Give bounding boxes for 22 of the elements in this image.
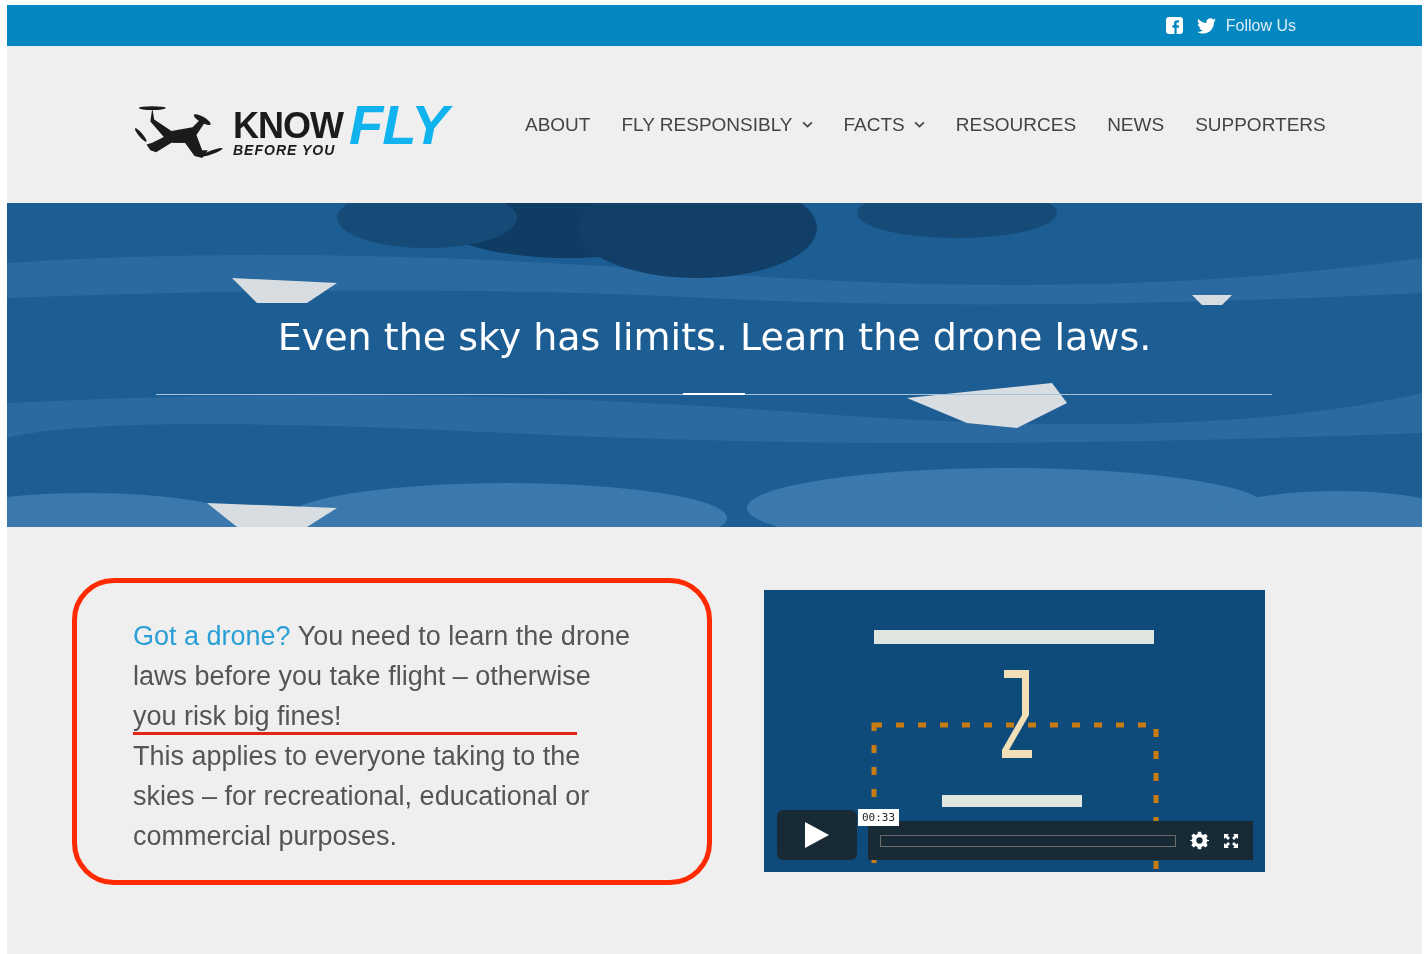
- hero-headline: Even the sky has limits. Learn the drone laws.: [276, 315, 1153, 359]
- fullscreen-icon[interactable]: [1223, 832, 1239, 849]
- settings-icon[interactable]: [1190, 831, 1209, 850]
- nav-link[interactable]: SUPPORTERS: [1195, 113, 1326, 136]
- logo-tagline: BEFORE YOU: [233, 141, 337, 158]
- progress-bar[interactable]: [880, 834, 1176, 847]
- video-player[interactable]: 00:33: [764, 590, 1265, 872]
- logo-wordmark[interactable]: KNOW: [233, 109, 343, 142]
- chevron-down-icon: [801, 121, 813, 128]
- play-icon: [805, 822, 829, 848]
- time-tooltip: 00:33: [858, 809, 900, 826]
- body-paragraph: This applies to everyone taking to the skies – for recreational, educational or commercial purposes.: [133, 740, 591, 853]
- chevron-down-icon: [913, 121, 925, 128]
- twitter-icon[interactable]: [1196, 17, 1216, 34]
- facebook-icon[interactable]: [1165, 17, 1183, 34]
- nav-link[interactable]: NEWS: [1107, 113, 1165, 136]
- nav-link[interactable]: FACTS: [843, 113, 925, 136]
- play-button[interactable]: [777, 810, 857, 860]
- nav-link[interactable]: ABOUT: [525, 113, 591, 136]
- nav-link[interactable]: FLY RESPONSIBLY: [621, 113, 813, 136]
- intro-paragraph: Got a drone? You need to learn the drone laws before you take flight – otherwise you risk big fines!: [133, 616, 633, 736]
- nav-link[interactable]: RESOURCES: [955, 113, 1077, 136]
